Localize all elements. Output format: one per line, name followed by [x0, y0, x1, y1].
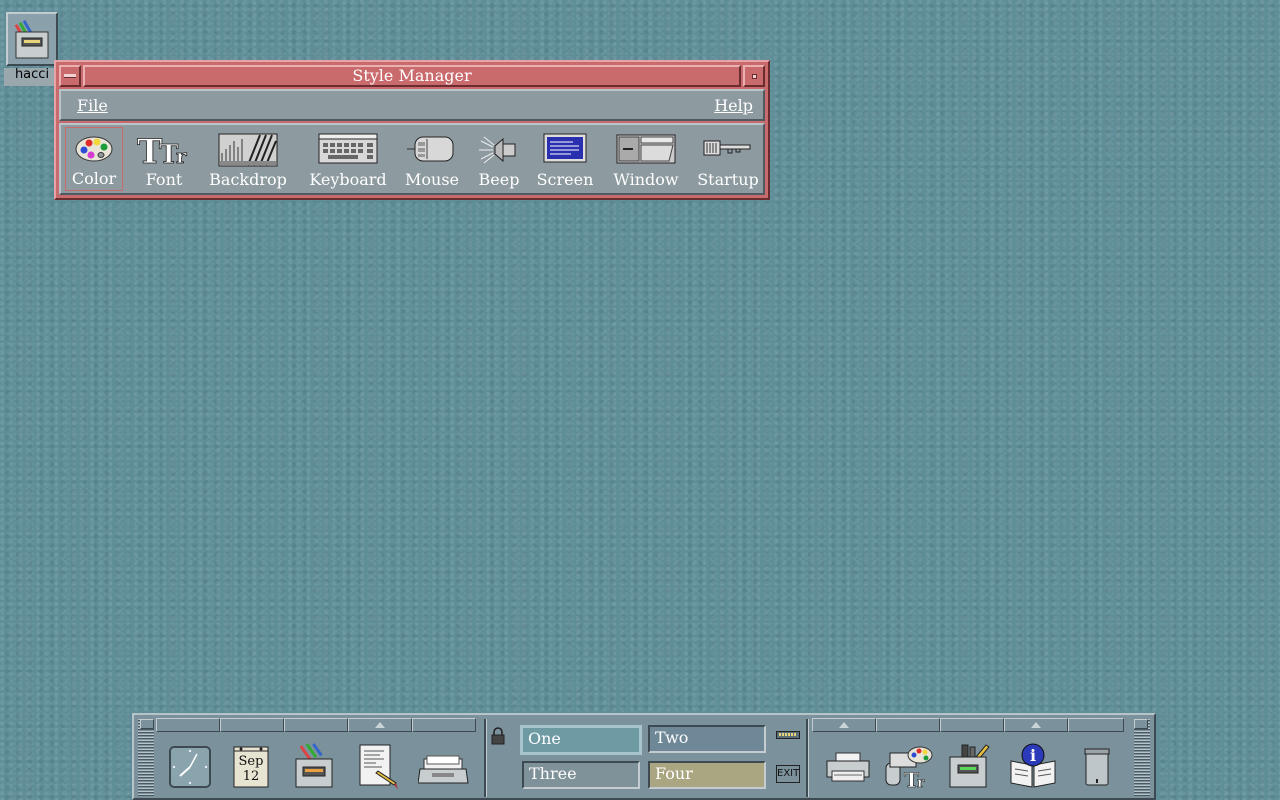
mailer-control[interactable]	[417, 743, 469, 791]
monitor-icon	[543, 133, 587, 163]
keyboard-icon	[318, 133, 378, 164]
subpanel-tab-2[interactable]	[220, 718, 284, 732]
tool-label-screen: Screen	[536, 170, 594, 189]
front-panel-menu-button[interactable]	[140, 719, 154, 729]
workspace-label: Three	[529, 764, 577, 783]
tool-label-color: Color	[71, 169, 117, 188]
help-manager-control[interactable]: i	[1008, 743, 1056, 791]
text-editor-control[interactable]	[354, 743, 402, 791]
menu-file[interactable]: File	[77, 96, 108, 115]
clock-control[interactable]	[166, 743, 214, 791]
subpanel-tab-8[interactable]	[940, 718, 1004, 732]
application-manager-control[interactable]	[946, 743, 994, 791]
subpanel-tab-9[interactable]	[1004, 718, 1068, 732]
style-manager-control[interactable]: T r	[884, 743, 933, 792]
color-tool[interactable]: Color	[65, 127, 123, 191]
font-tool[interactable]: T T r Font	[131, 127, 197, 191]
window-title[interactable]: Style Manager	[83, 65, 741, 87]
subpanel-tab-1[interactable]	[156, 718, 220, 732]
desktop-icon-hacci[interactable]: hacci	[2, 10, 60, 86]
busy-light-icon	[779, 733, 797, 736]
exit-button[interactable]: EXIT	[776, 765, 800, 783]
palette-icon	[75, 136, 113, 162]
backdrop-icon	[218, 133, 278, 167]
arrow-up-icon	[839, 722, 849, 728]
clock-icon	[169, 746, 211, 788]
tool-bar: Color T T r Font Backdrop Keyboard Mouse…	[59, 123, 765, 195]
subpanel-tab-3[interactable]	[284, 718, 348, 732]
arrow-up-icon	[1031, 722, 1041, 728]
workspace-label: Four	[655, 764, 693, 783]
application-manager-icon	[949, 744, 990, 788]
workspace-three-button[interactable]: Three	[522, 761, 640, 789]
svg-text:r: r	[176, 144, 187, 167]
tool-label-backdrop: Backdrop	[209, 170, 287, 189]
menu-help[interactable]: Help	[714, 96, 753, 115]
mouse-icon	[407, 136, 454, 162]
minimize-button[interactable]	[743, 65, 765, 87]
calendar-day: 12	[243, 769, 260, 784]
tool-label-startup: Startup	[697, 170, 759, 189]
workspace-label: One	[528, 729, 561, 748]
keyboard-tool[interactable]: Keyboard	[303, 127, 393, 191]
workspace-label: Two	[655, 728, 689, 747]
trash-can-icon	[1084, 748, 1110, 786]
window-tool[interactable]: Window	[607, 127, 685, 191]
separator	[806, 719, 809, 797]
subpanel-tab-5[interactable]	[412, 718, 476, 732]
workspace-four-button[interactable]: Four	[648, 761, 766, 789]
tool-label-beep: Beep	[478, 170, 520, 189]
screen-tool[interactable]: Screen	[535, 127, 595, 191]
file-manager-control[interactable]	[290, 743, 338, 791]
subpanel-tab-7[interactable]	[876, 718, 940, 732]
menu-bar: File Help	[59, 89, 765, 121]
style-manager-icon: T r	[885, 746, 933, 792]
front-panel-left-handle[interactable]	[138, 719, 154, 797]
font-icon: T T r	[137, 133, 188, 167]
file-cabinet-icon	[6, 12, 58, 66]
subpanel-tab-10[interactable]	[1068, 718, 1124, 732]
mouse-tool[interactable]: Mouse	[401, 127, 463, 191]
desktop-icon-label: hacci	[4, 68, 60, 86]
calendar-icon: Sep 12	[233, 746, 269, 788]
info-book-icon: i	[1010, 743, 1056, 788]
tool-label-keyboard: Keyboard	[309, 170, 387, 189]
backdrop-tool[interactable]: Backdrop	[207, 127, 289, 191]
file-cabinet-icon	[295, 743, 333, 788]
printer-control[interactable]	[824, 743, 872, 791]
separator	[484, 719, 487, 797]
busy-indicator	[776, 731, 800, 739]
arrow-up-icon	[375, 722, 385, 728]
trash-control[interactable]	[1076, 743, 1124, 791]
startup-tool[interactable]: Startup	[695, 127, 761, 191]
svg-text:r: r	[917, 775, 925, 791]
calendar-control[interactable]: Sep 12	[228, 743, 276, 791]
window-icon	[616, 134, 676, 164]
front-panel-minimize-button[interactable]	[1134, 719, 1148, 729]
key-icon	[703, 140, 751, 156]
subpanel-tab-4[interactable]	[348, 718, 412, 732]
tool-label-font: Font	[145, 170, 183, 189]
front-panel: Sep 12 One Two Three Four EXIT T r i	[132, 713, 1156, 800]
calendar-month: Sep	[239, 754, 264, 769]
speaker-icon	[479, 136, 516, 164]
svg-text:i: i	[1030, 746, 1036, 765]
window-menu-button[interactable]	[59, 65, 81, 87]
lock-icon	[491, 727, 505, 745]
style-manager-window: Style Manager File Help Color T T r Font…	[54, 60, 770, 200]
text-editor-icon	[359, 744, 398, 789]
beep-tool[interactable]: Beep	[471, 127, 527, 191]
tool-label-mouse: Mouse	[405, 170, 459, 189]
mail-tray-icon	[417, 755, 469, 784]
subpanel-tab-6[interactable]	[812, 718, 876, 732]
workspace-one-button[interactable]: One	[520, 725, 642, 755]
workspace-two-button[interactable]: Two	[648, 725, 766, 753]
lock-control[interactable]	[490, 727, 506, 749]
tool-label-window: Window	[613, 170, 679, 189]
printer-icon	[826, 752, 870, 782]
front-panel-right-handle[interactable]	[1134, 719, 1150, 797]
title-bar: Style Manager	[59, 65, 765, 87]
